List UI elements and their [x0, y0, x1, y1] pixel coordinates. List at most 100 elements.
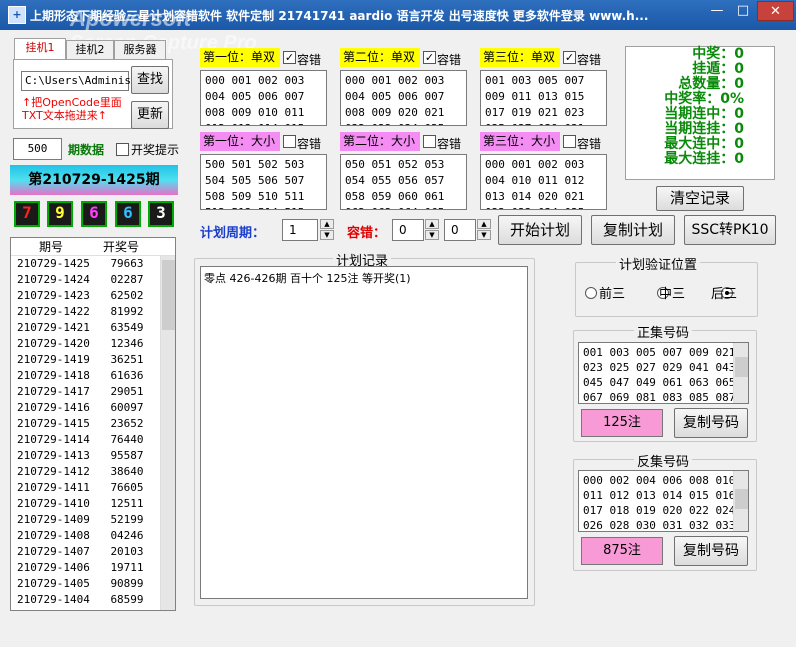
row-period: 210729-1418	[17, 369, 90, 382]
maximize-button[interactable]: □	[730, 1, 756, 21]
row-period: 210729-1413	[17, 449, 90, 462]
row-period: 210729-1410	[17, 497, 90, 510]
period-count-input[interactable]: 500	[13, 138, 62, 160]
table-row[interactable]: 210729-1414 76440	[11, 432, 175, 448]
table-row[interactable]: 210729-1416 60097	[11, 400, 175, 416]
row-number: 79663	[110, 257, 144, 270]
table-row[interactable]: 210729-1415 23652	[11, 416, 175, 432]
negative-numbers[interactable]: 000 002 004 006 008 010 011 012 013 014 …	[578, 470, 749, 532]
table-row[interactable]: 210729-1423 62502	[11, 288, 175, 304]
table-row[interactable]: 210729-1411 76605	[11, 480, 175, 496]
row1-tolerance-checkbox-1[interactable]: ✓	[283, 51, 296, 64]
row1-number-list-3[interactable]: 001 003 005 007 009 011 013 015 017 019 …	[480, 70, 607, 126]
table-row[interactable]: 210729-1421 63549	[11, 320, 175, 336]
table-scrollbar[interactable]	[160, 256, 175, 610]
tolerance1-up-button[interactable]: ▲	[425, 219, 439, 229]
table-row[interactable]: 210729-1420 12346	[11, 336, 175, 352]
positive-scrollbar[interactable]	[733, 343, 748, 403]
table-row[interactable]: 210729-1417 29051	[11, 384, 175, 400]
table-row[interactable]: 210729-1404 68599	[11, 592, 175, 608]
update-button[interactable]: 更新	[131, 101, 169, 129]
tolerance-label: 容错：	[347, 226, 387, 241]
record-textarea[interactable]: 零点 426-426期 百十个 125注 等开奖(1)	[200, 266, 528, 599]
table-row[interactable]: 210729-1410 12511	[11, 496, 175, 512]
row2-number-list-1[interactable]: 500 501 502 503 504 505 506 507 508 509 …	[200, 154, 327, 210]
negative-title: 反集号码	[634, 451, 693, 470]
copy-positive-button[interactable]: 复制号码	[674, 408, 748, 438]
row-period: 210729-1414	[17, 433, 90, 446]
notify-checkbox[interactable]	[116, 143, 129, 156]
row-period: 210729-1412	[17, 465, 90, 478]
cycle-input[interactable]: 1	[282, 219, 318, 241]
row-period: 210729-1415	[17, 417, 90, 430]
copy-plan-button[interactable]: 复制计划	[591, 215, 675, 245]
row1-tolerance-checkbox-3[interactable]: ✓	[563, 51, 576, 64]
find-button[interactable]: 查找	[131, 66, 169, 94]
clear-record-button[interactable]: 清空记录	[656, 186, 744, 211]
row-number: 95587	[110, 449, 144, 462]
table-scrollbar-thumb[interactable]	[162, 260, 175, 330]
table-row[interactable]: 210729-1408 04246	[11, 528, 175, 544]
stat-line: 最大连挂：0	[664, 151, 744, 167]
tab-guaji2[interactable]: 挂机2	[66, 40, 114, 60]
verify-option-label-3: 后三	[711, 287, 738, 302]
row2-tolerance-checkbox-2[interactable]	[423, 135, 436, 148]
header-period[interactable]: 期号	[11, 238, 91, 256]
table-row[interactable]: 210729-1419 36251	[11, 352, 175, 368]
table-header: 期号 开奖号	[11, 238, 175, 256]
row1-tolerance-checkbox-2[interactable]: ✓	[423, 51, 436, 64]
table-row[interactable]: 210729-1412 38640	[11, 464, 175, 480]
table-row[interactable]: 210729-1418 61636	[11, 368, 175, 384]
row-number: 38640	[110, 465, 144, 478]
path-input[interactable]: C:\Users\Administ	[21, 71, 138, 91]
negative-scrollbar[interactable]	[733, 471, 748, 531]
table-row[interactable]: 210729-1425 79663	[11, 256, 175, 272]
start-plan-button[interactable]: 开始计划	[498, 215, 582, 245]
table-row[interactable]: 210729-1407 20103	[11, 544, 175, 560]
tolerance-input-1[interactable]: 0	[392, 219, 424, 241]
row-number: 90899	[110, 577, 144, 590]
history-table[interactable]: 期号 开奖号 210729-1425 79663 210729-1424 02287 21…	[10, 237, 176, 611]
table-row[interactable]: 210729-1406 19711	[11, 560, 175, 576]
row2-number-list-3[interactable]: 000 001 002 003 004 010 011 012 013 014 …	[480, 154, 607, 210]
drag-hint: ↑把OpenCode里面TXT文本拖进来↑	[22, 96, 122, 122]
tolerance-input-2[interactable]: 0	[444, 219, 476, 241]
row1-number-list-1[interactable]: 000 001 002 003 004 005 006 007 008 009 …	[200, 70, 327, 126]
tolerance2-down-button[interactable]: ▼	[477, 230, 491, 240]
positive-numbers[interactable]: 001 003 005 007 009 021 023 025 027 029 …	[578, 342, 749, 404]
ball-2-value: 9	[55, 203, 65, 222]
tab-guaji1[interactable]: 挂机1	[14, 38, 66, 60]
ball-3: 6	[81, 201, 107, 227]
cycle-up-button[interactable]: ▲	[320, 219, 334, 229]
row-period: 210729-1404	[17, 593, 90, 606]
ssc-to-pk10-button[interactable]: SSC转PK10	[684, 215, 776, 245]
tolerance1-down-button[interactable]: ▼	[425, 230, 439, 240]
tab-server[interactable]: 服务器	[114, 40, 166, 60]
table-body: 210729-1425 79663 210729-1424 02287 210729-1…	[11, 256, 175, 608]
row-number: 52199	[110, 513, 144, 526]
row2-number-list-2[interactable]: 050 051 052 053 054 055 056 057 058 059 …	[340, 154, 467, 210]
table-row[interactable]: 210729-1422 81992	[11, 304, 175, 320]
copy-negative-button[interactable]: 复制号码	[674, 536, 748, 566]
header-number[interactable]: 开奖号	[91, 238, 151, 256]
tolerance2-up-button[interactable]: ▲	[477, 219, 491, 229]
row-number: 60097	[110, 401, 144, 414]
row2-tolerance-checkbox-1[interactable]	[283, 135, 296, 148]
ball-1: 7	[14, 201, 40, 227]
row2-tag-1: 第一位：大小	[200, 132, 280, 151]
row2-tolerance-checkbox-3[interactable]	[563, 135, 576, 148]
row1-number-list-2[interactable]: 000 001 002 003 004 005 006 007 008 009 …	[340, 70, 467, 126]
table-row[interactable]: 210729-1424 02287	[11, 272, 175, 288]
cycle-down-button[interactable]: ▼	[320, 230, 334, 240]
table-row[interactable]: 210729-1413 95587	[11, 448, 175, 464]
positive-scrollbar-thumb[interactable]	[735, 357, 748, 377]
ball-1-value: 7	[22, 203, 32, 222]
negative-scrollbar-thumb[interactable]	[735, 489, 748, 509]
verify-radio-1[interactable]	[585, 286, 597, 299]
minimize-button[interactable]: —	[704, 1, 730, 21]
table-row[interactable]: 210729-1405 90899	[11, 576, 175, 592]
row-period: 210729-1408	[17, 529, 90, 542]
close-button[interactable]: ✕	[757, 1, 794, 21]
row-number: 04246	[110, 529, 144, 542]
table-row[interactable]: 210729-1409 52199	[11, 512, 175, 528]
